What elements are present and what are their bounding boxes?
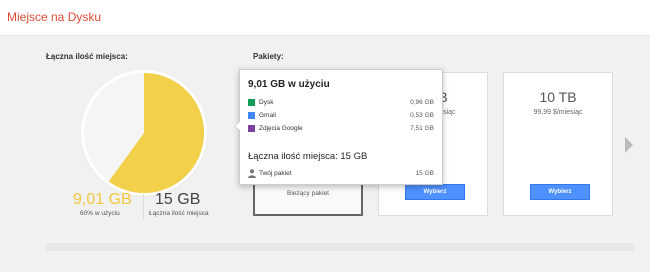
person-icon xyxy=(248,169,256,178)
storage-section-label: Łączna ilość miejsca: xyxy=(46,52,128,61)
usage-row-value: 7,51 GB xyxy=(410,125,434,132)
usage-row-photos: Zdjęcia Google 7,51 GB xyxy=(248,124,436,134)
chevron-right-icon[interactable] xyxy=(625,137,633,153)
photos-color-swatch xyxy=(248,125,255,132)
usage-row-gmail: Gmail 0,53 GB xyxy=(248,111,436,121)
used-value: 9,01 GB xyxy=(73,191,132,208)
usage-row-value: 0,96 GB xyxy=(410,99,434,106)
total-value: 15 GB xyxy=(155,191,201,208)
footer-bar xyxy=(46,243,634,251)
top-bar: Miejsce na Dysku xyxy=(0,0,650,36)
tooltip-title: 9,01 GB w użyciu xyxy=(248,79,330,90)
current-plan-label: Bieżący pakiet xyxy=(287,190,329,197)
gmail-color-swatch xyxy=(248,112,255,119)
storage-pie-chart[interactable] xyxy=(84,73,204,193)
usage-row-name: Zdjęcia Google xyxy=(259,125,303,132)
usage-row-value: 0,53 GB xyxy=(410,112,434,119)
tooltip-plan-row: Twój pakiet 15 GB xyxy=(248,169,436,179)
used-caption: 60% w użyciu xyxy=(80,210,120,217)
plan-price: 99,99 $/miesiąc xyxy=(533,109,583,116)
stats-divider xyxy=(143,194,144,220)
choose-plan-button[interactable]: Wybierz xyxy=(405,184,465,200)
page-title: Miejsce na Dysku xyxy=(7,10,102,24)
drive-color-swatch xyxy=(248,99,255,106)
usage-row-drive: Dysk 0,96 GB xyxy=(248,98,436,108)
tooltip-total: Łączna ilość miejsca: 15 GB xyxy=(248,151,368,162)
plan-size: 10 TB xyxy=(539,89,577,105)
plan-value: 15 GB xyxy=(415,170,434,177)
usage-tooltip: 9,01 GB w użyciu Dysk 0,96 GB Gmail 0,53… xyxy=(234,69,443,185)
usage-row-name: Dysk xyxy=(259,99,274,106)
plan-card-10tb[interactable]: 10 TB 99,99 $/miesiąc Wybierz xyxy=(503,72,613,216)
plans-section-label: Pakiety: xyxy=(253,52,284,61)
total-caption: Łączna ilość miejsca xyxy=(149,210,209,217)
plan-name: Twój pakiet xyxy=(259,170,292,177)
choose-plan-button[interactable]: Wybierz xyxy=(530,184,590,200)
pie-svg xyxy=(84,73,204,193)
usage-row-name: Gmail xyxy=(259,112,276,119)
